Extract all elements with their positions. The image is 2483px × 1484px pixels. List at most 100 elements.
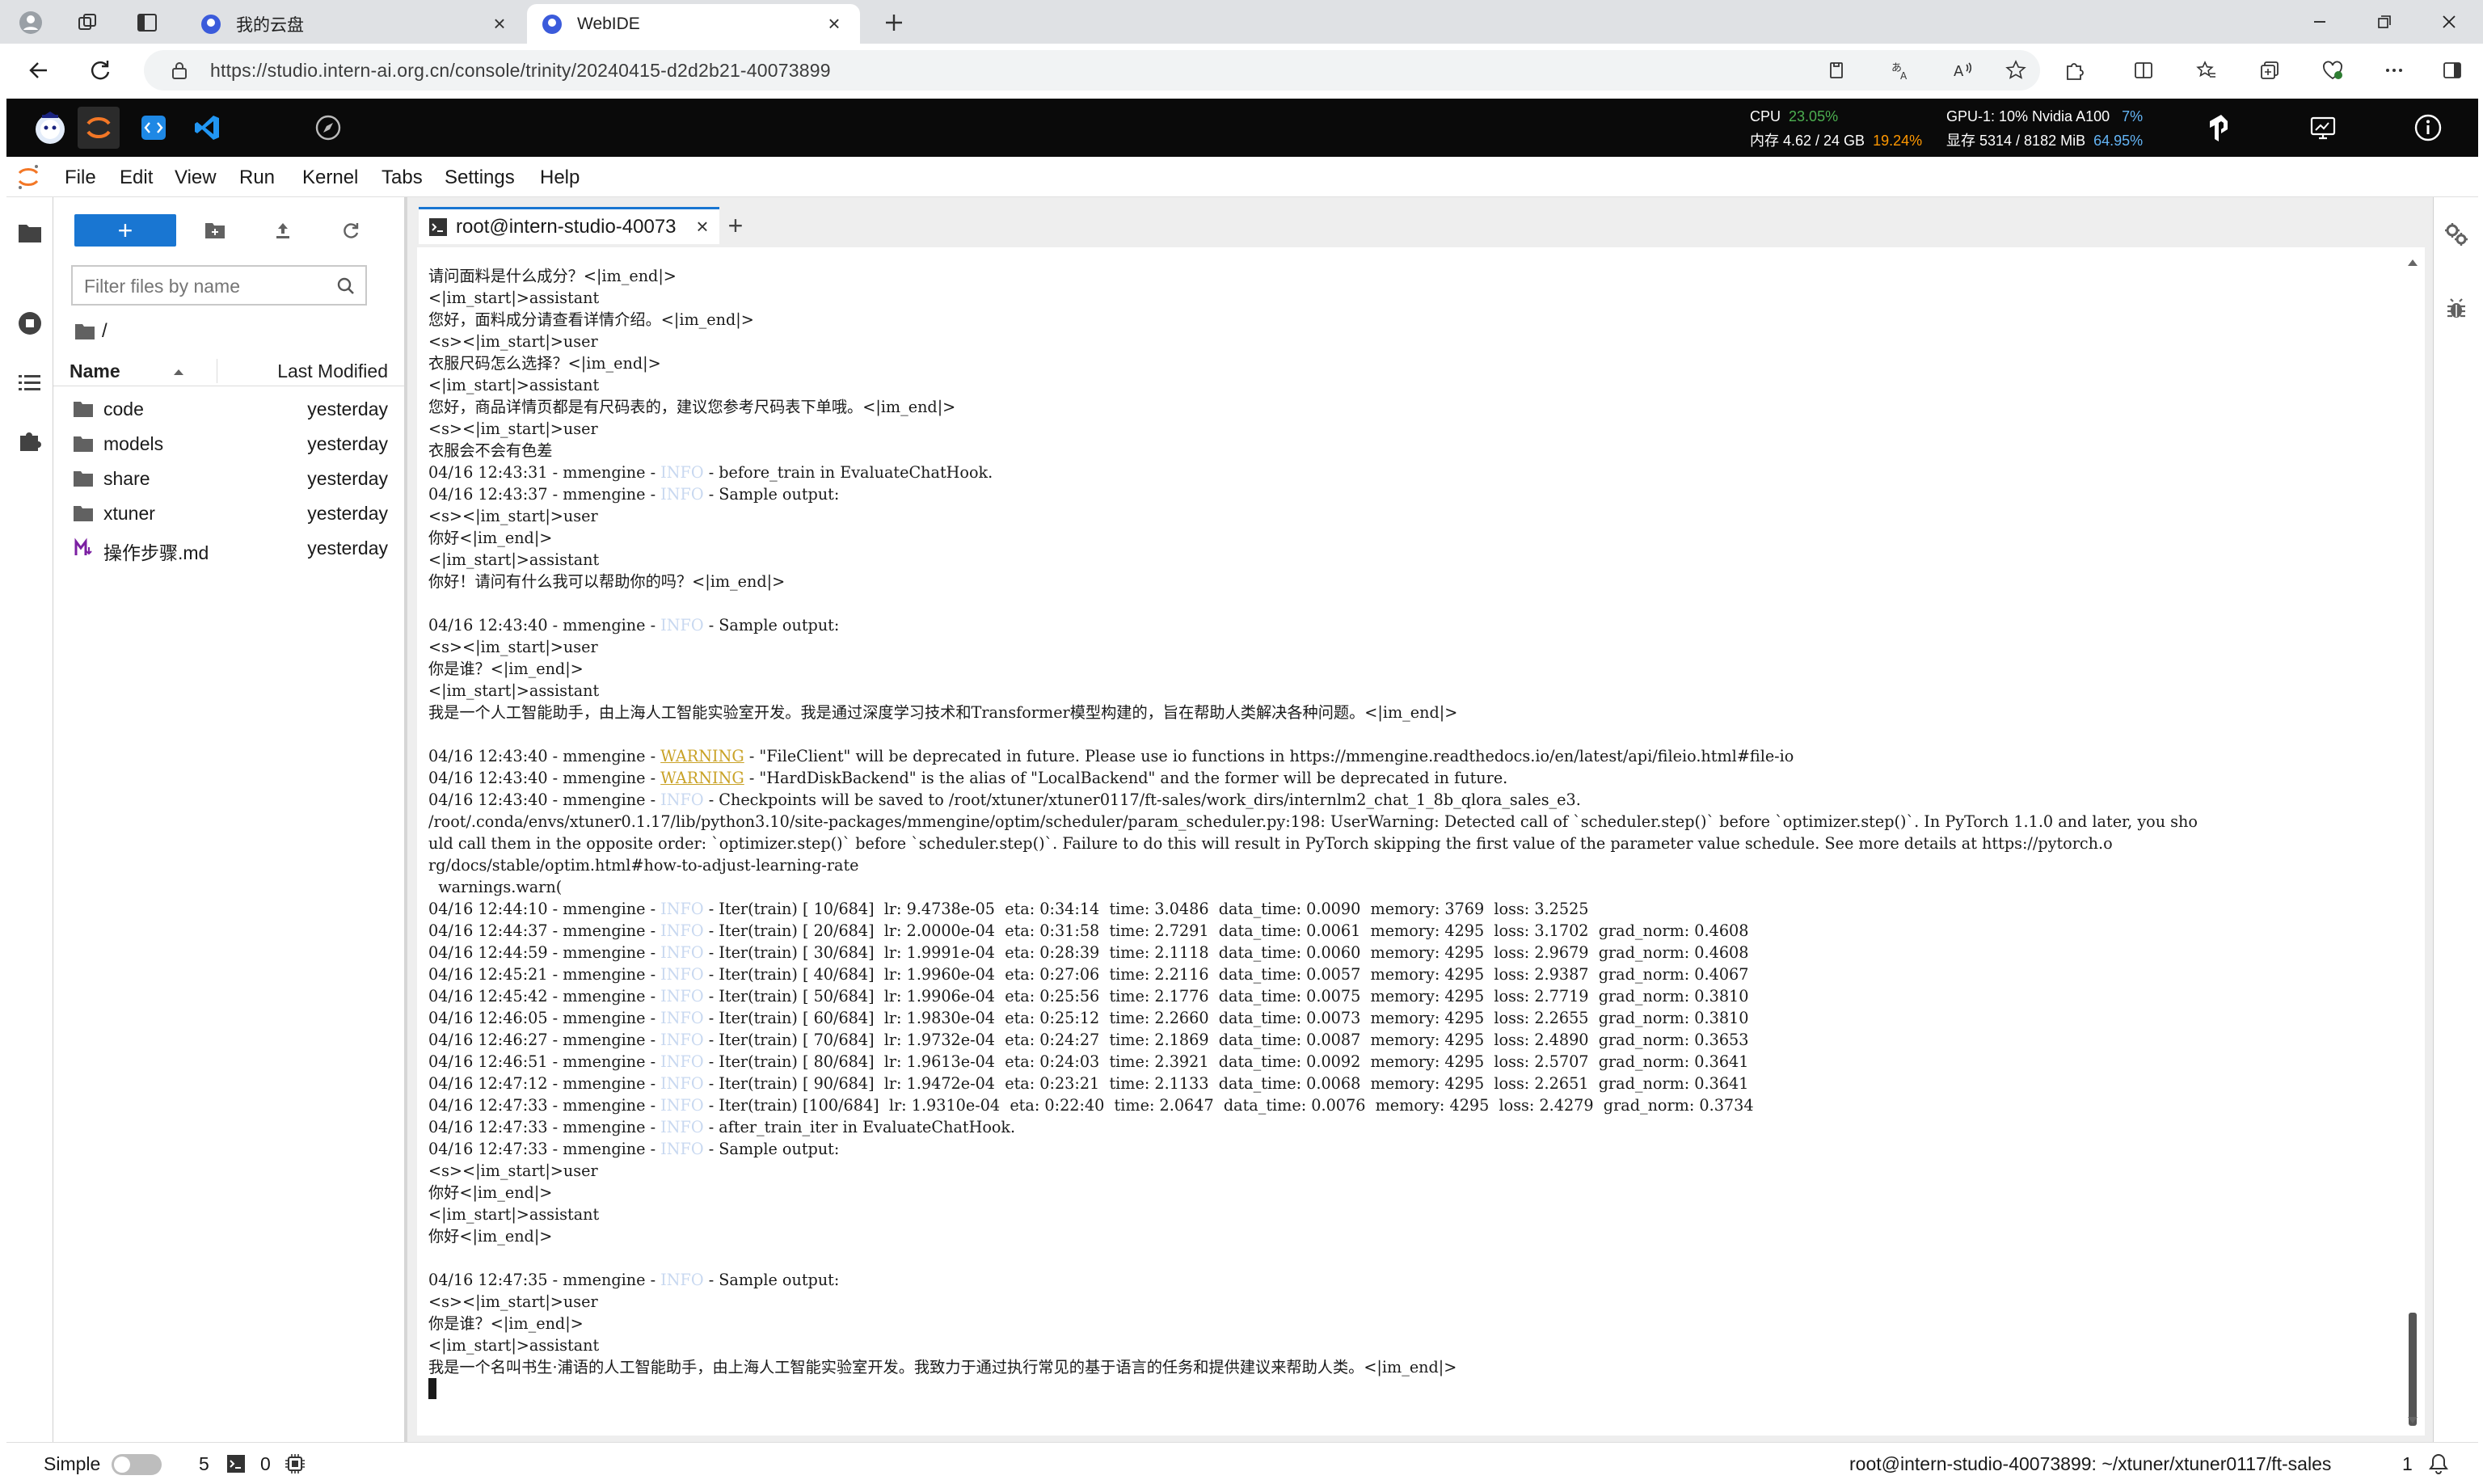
lock-icon	[172, 62, 187, 79]
file-row[interactable]: 操作步骤.md yesterday	[53, 530, 404, 565]
close-tab-icon[interactable]: ×	[488, 11, 511, 36]
column-name-header[interactable]: Name	[70, 360, 120, 382]
new-tab-button[interactable]: +	[719, 209, 752, 242]
intern-logo[interactable]	[29, 107, 71, 149]
collections-button[interactable]	[2253, 54, 2286, 86]
breadcrumb-root[interactable]: /	[102, 320, 107, 343]
jupyter-top-panel: CPU 23.05% 内存 4.62 / 24 GB 19.24% GPU-1:…	[6, 99, 2478, 157]
settings-more-button[interactable]	[2378, 54, 2410, 86]
read-aloud-button[interactable]: A	[1946, 54, 1979, 86]
favorites-bar-button[interactable]	[2190, 54, 2223, 86]
browser-tab-cloud[interactable]: 我的云盘 ×	[186, 4, 525, 44]
simple-mode-toggle[interactable]	[112, 1454, 162, 1475]
restore-icon	[2378, 15, 2391, 28]
sidebar-tab-file-browser[interactable]	[14, 217, 46, 249]
explore-button[interactable]	[307, 107, 349, 149]
restore-button[interactable]	[2362, 5, 2407, 39]
menu-edit[interactable]: Edit	[120, 167, 153, 189]
scroll-down-arrow-icon[interactable]	[2407, 1414, 2418, 1426]
terminal-scrollbar[interactable]	[2404, 257, 2420, 1426]
menu-run[interactable]: Run	[239, 167, 275, 189]
browser-essentials-button[interactable]	[2316, 54, 2349, 86]
read-aloud-icon: A	[1954, 62, 1972, 80]
menu-tabs[interactable]: Tabs	[382, 167, 423, 189]
kernel-chip-icon[interactable]	[285, 1453, 306, 1474]
profile-button[interactable]	[15, 6, 47, 39]
kernels-count[interactable]: 0	[260, 1453, 271, 1475]
terminal-icon[interactable]	[226, 1454, 246, 1473]
close-tab-icon[interactable]: ×	[690, 214, 715, 239]
terminal-line: 我是一个名叫书生·浦语的人工智能助手，由上海人工智能实验室开发。我致力于通过执行…	[428, 1358, 1457, 1376]
new-folder-button[interactable]	[199, 214, 231, 247]
sidebar-tab-toc[interactable]	[14, 367, 46, 399]
monitor-button[interactable]	[2302, 107, 2344, 149]
reload-button[interactable]	[84, 54, 116, 86]
terminal-panel[interactable]: 请问面料是什么成分？<|im_end|> <|im_start|>assistan…	[417, 247, 2425, 1436]
bug-icon	[2447, 298, 2465, 318]
sort-caret-up-icon[interactable]	[173, 368, 184, 376]
terminals-count[interactable]: 5	[199, 1453, 209, 1475]
sidebar-toggle-button[interactable]	[2436, 54, 2468, 86]
file-row[interactable]: xtuner yesterday	[53, 495, 404, 530]
terminal-line: 我是一个人工智能助手，由上海人工智能实验室开发。我是通过深度学习技术和Trans…	[428, 703, 1458, 722]
workspaces-button[interactable]	[71, 6, 103, 39]
tab-terminal[interactable]: root@intern-studio-40073 ×	[419, 207, 719, 244]
favorite-button[interactable]	[2000, 54, 2032, 86]
tab-title: 我的云盘	[236, 15, 304, 35]
log-level-info: INFO	[660, 790, 704, 809]
terminal-line: <|im_start|>assistant	[428, 289, 600, 307]
file-row[interactable]: models yesterday	[53, 426, 404, 461]
debugger-button[interactable]	[2440, 293, 2472, 325]
jupyter-icon	[18, 165, 39, 189]
jupyter-app-button[interactable]	[78, 107, 120, 149]
vscode-button[interactable]	[186, 107, 228, 149]
tensorflow-icon	[2210, 115, 2228, 141]
terminal-line: 04/16 12:45:21 - mmengine - INFO - Iter(…	[428, 965, 1749, 984]
reading-view-button[interactable]	[1820, 54, 1853, 86]
scrollbar-thumb[interactable]	[2409, 1313, 2417, 1426]
minimize-button[interactable]	[2297, 5, 2342, 39]
translate-button[interactable]: あA	[1885, 54, 1917, 86]
file-modified: yesterday	[307, 538, 388, 559]
menu-file[interactable]: File	[65, 167, 96, 189]
file-row[interactable]: share yesterday	[53, 461, 404, 495]
close-window-button[interactable]	[2426, 5, 2472, 39]
split-screen-button[interactable]	[2127, 54, 2160, 86]
info-button[interactable]	[2407, 107, 2449, 149]
folder-icon[interactable]	[74, 323, 95, 340]
filter-files-input[interactable]	[82, 275, 325, 297]
notification-count[interactable]: 1	[2402, 1453, 2413, 1475]
browser-tab-webide[interactable]: WebIDE ×	[527, 4, 860, 44]
upload-button[interactable]	[267, 214, 299, 247]
menu-help[interactable]: Help	[540, 167, 580, 189]
folder-icon	[74, 402, 93, 417]
log-level-info: INFO	[660, 943, 704, 962]
scroll-up-arrow-icon[interactable]	[2407, 257, 2418, 268]
tensorflow-button[interactable]	[2200, 107, 2242, 149]
property-inspector-button[interactable]	[2440, 218, 2472, 251]
extensions-button[interactable]	[2058, 54, 2090, 86]
refresh-button[interactable]	[335, 214, 367, 247]
terminal-line: 请问面料是什么成分？<|im_end|>	[428, 267, 677, 285]
vertical-tabs-button[interactable]	[131, 6, 163, 39]
bell-icon[interactable]	[2428, 1452, 2449, 1475]
code-server-button[interactable]	[133, 107, 175, 149]
menu-view[interactable]: View	[175, 167, 217, 189]
new-tab-button[interactable]	[878, 6, 910, 39]
terminal-line: 04/16 12:44:37 - mmengine - INFO - Iter(…	[428, 921, 1749, 940]
terminal-line: 04/16 12:43:40 - mmengine - INFO - Sampl…	[428, 616, 840, 634]
log-level-info: INFO	[660, 900, 704, 918]
url-bar[interactable]: https://studio.intern-ai.org.cn/console/…	[144, 50, 2040, 91]
menu-kernel[interactable]: Kernel	[302, 167, 358, 189]
back-button[interactable]	[23, 54, 55, 86]
file-row[interactable]: code yesterday	[53, 391, 404, 426]
close-tab-icon[interactable]: ×	[823, 11, 845, 36]
sidebar-tab-extensions[interactable]	[14, 425, 46, 457]
memory-usage: 内存 4.62 / 24 GB 19.24%	[1750, 133, 1923, 149]
column-modified-header[interactable]: Last Modified	[277, 360, 388, 382]
new-launcher-button[interactable]: +	[74, 214, 176, 247]
simple-mode-label: Simple	[44, 1453, 101, 1474]
menu-settings[interactable]: Settings	[445, 167, 515, 189]
sidebar-tab-running[interactable]	[14, 307, 46, 339]
terminal-output: 请问面料是什么成分？<|im_end|> <|im_start|>assistan…	[428, 265, 2401, 1413]
